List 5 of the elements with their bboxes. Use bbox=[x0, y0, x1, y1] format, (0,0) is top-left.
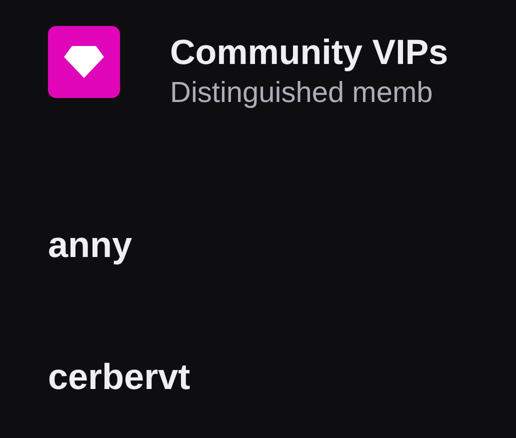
group-subtitle: Distinguished memb bbox=[170, 76, 434, 111]
gem-badge-icon bbox=[48, 26, 120, 98]
member-name[interactable]: anny bbox=[48, 224, 132, 266]
member-name[interactable]: cerbervt bbox=[48, 356, 190, 398]
group-title: Community VIPs bbox=[170, 32, 448, 74]
